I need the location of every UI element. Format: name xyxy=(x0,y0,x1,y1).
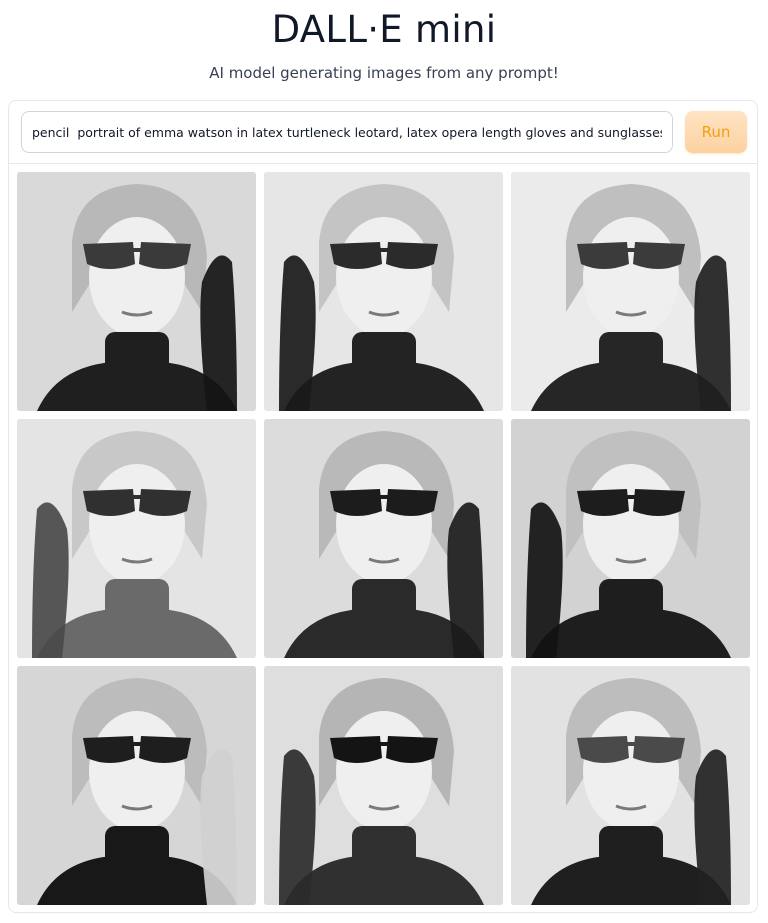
generated-image-5[interactable] xyxy=(264,419,503,658)
prompt-row: Run xyxy=(9,101,757,164)
prompt-input[interactable] xyxy=(21,111,673,153)
generated-image-6[interactable] xyxy=(511,419,750,658)
generated-image-8[interactable] xyxy=(264,666,503,905)
page-title: DALL·E mini xyxy=(271,8,497,51)
run-button[interactable]: Run xyxy=(685,111,747,153)
image-gallery xyxy=(17,172,751,906)
generated-image-7[interactable] xyxy=(17,666,256,905)
generated-image-2[interactable] xyxy=(264,172,503,411)
generated-image-9[interactable] xyxy=(511,666,750,905)
page-subtitle: AI model generating images from any prom… xyxy=(209,64,559,82)
generator-panel: Run xyxy=(8,100,758,913)
generated-image-4[interactable] xyxy=(17,419,256,658)
generated-image-1[interactable] xyxy=(17,172,256,411)
generated-image-3[interactable] xyxy=(511,172,750,411)
